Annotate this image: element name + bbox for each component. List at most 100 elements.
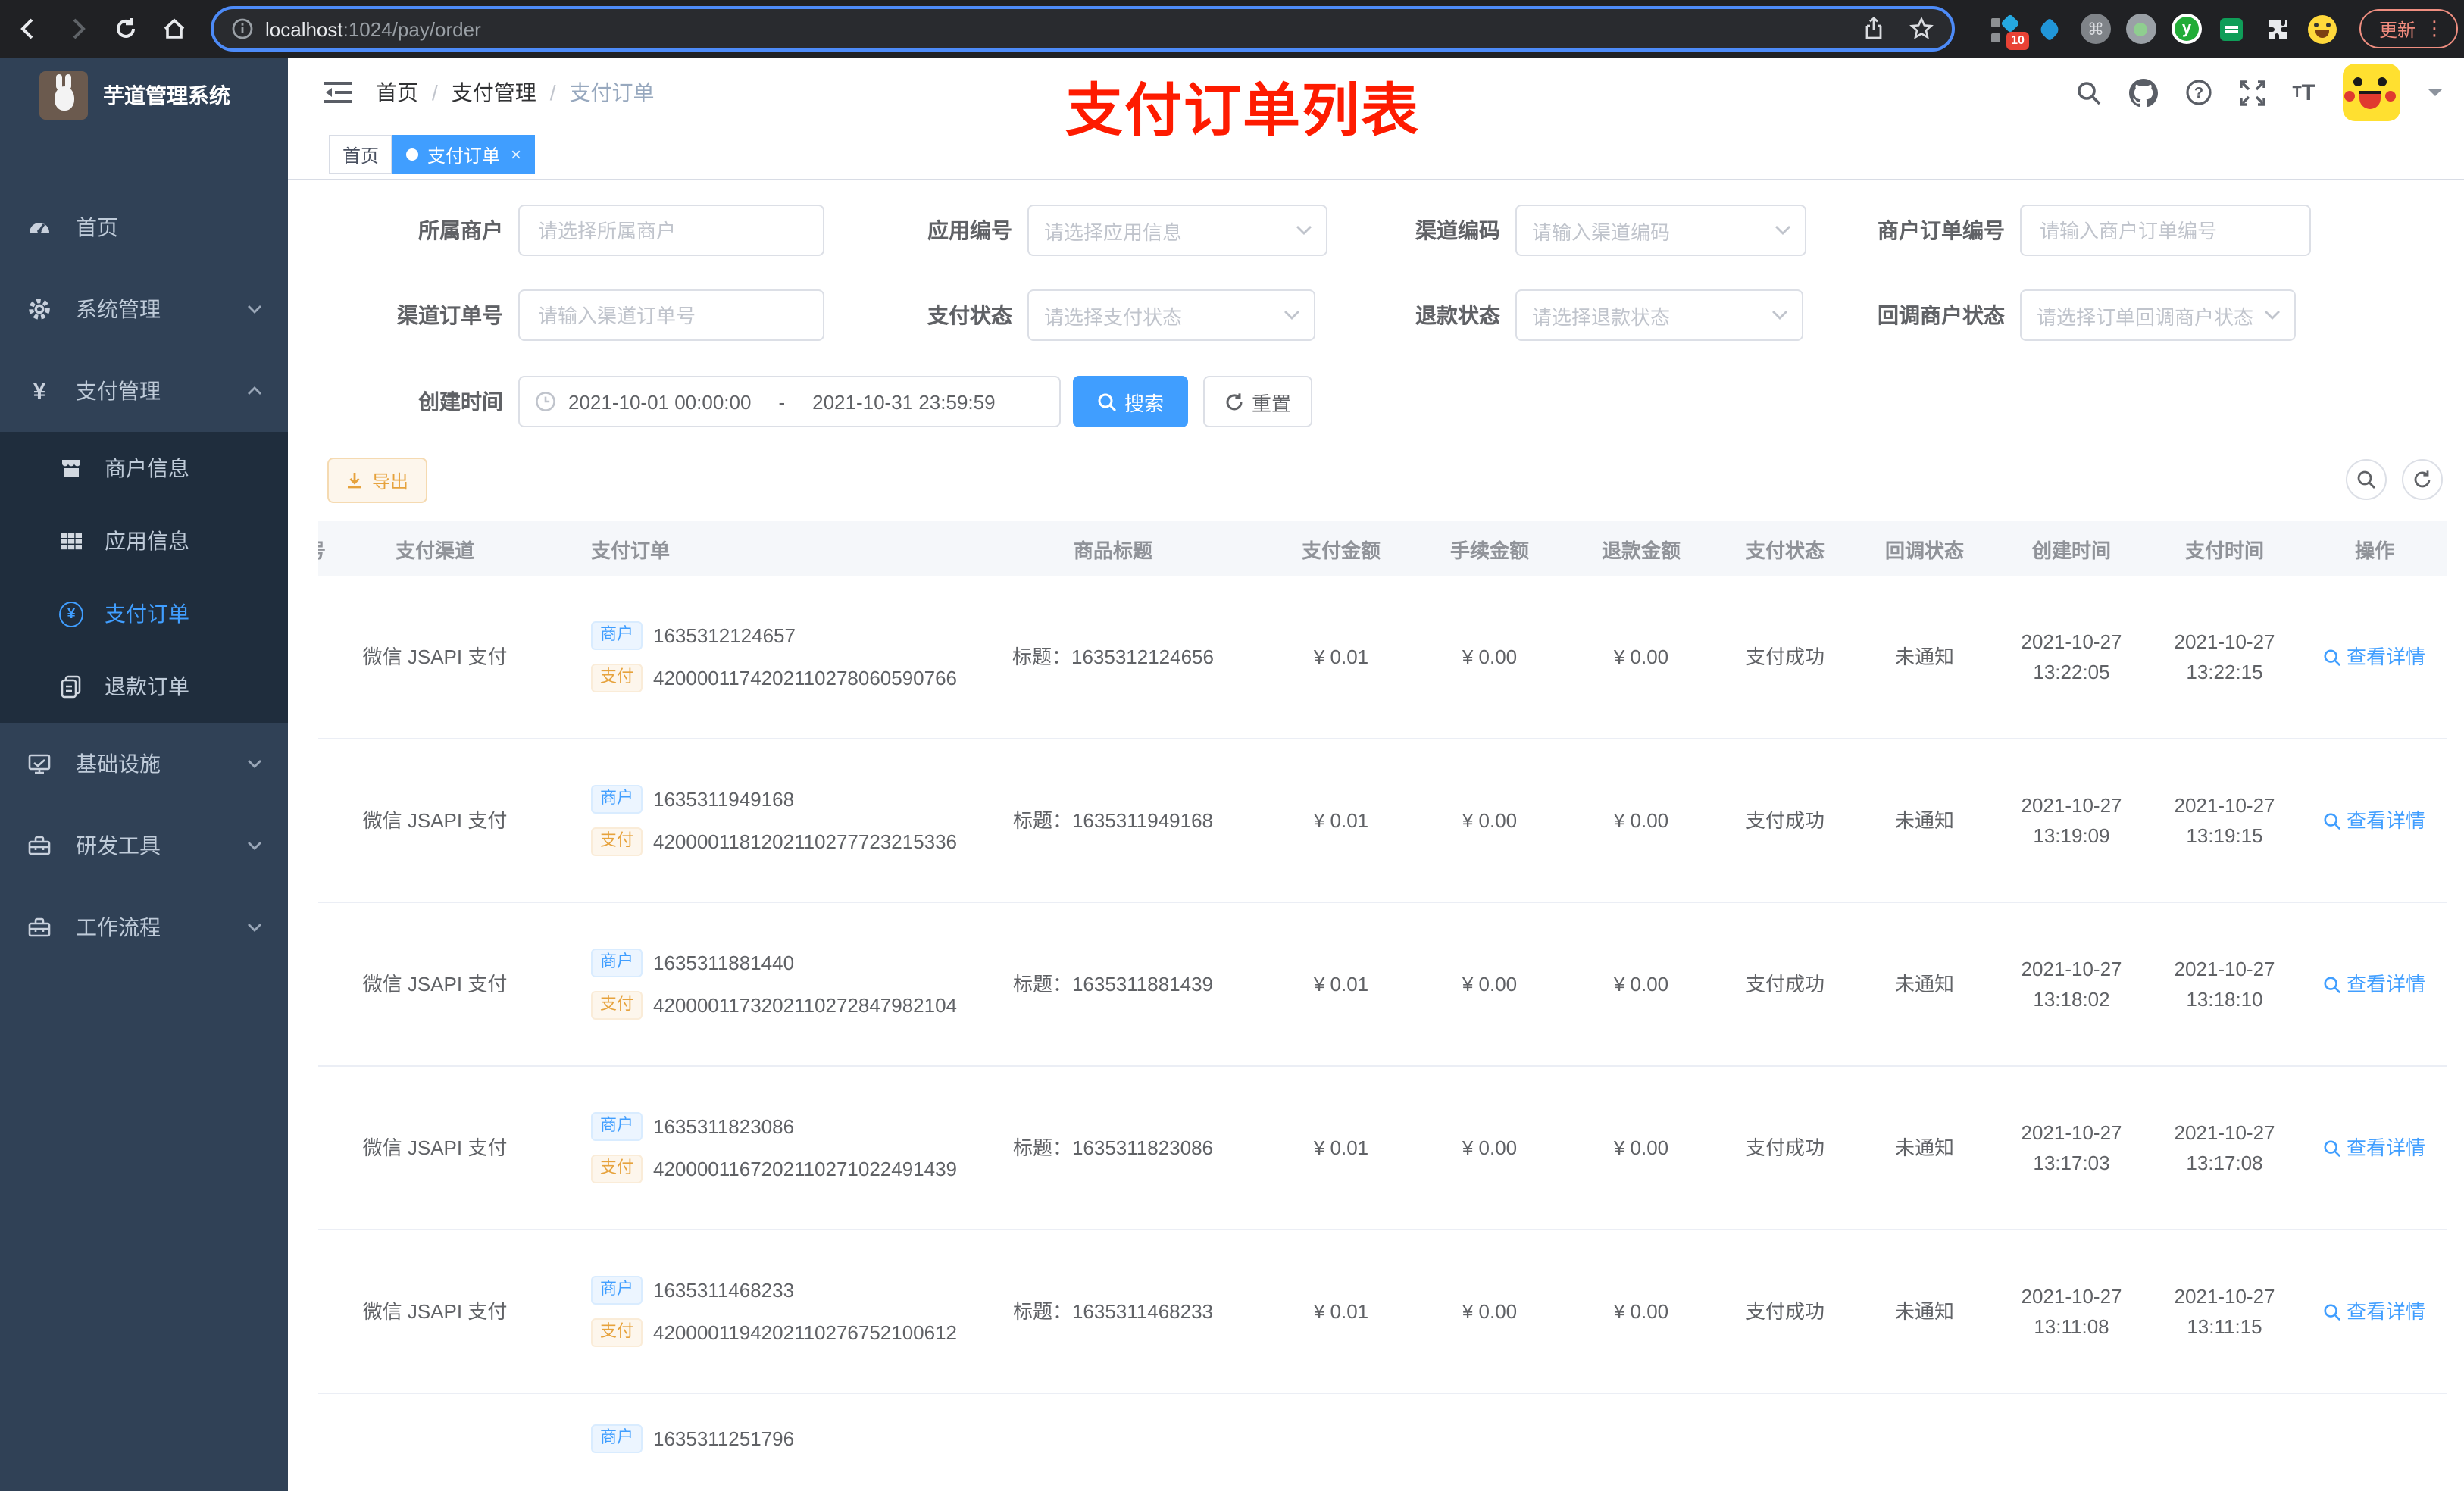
chevron-down-icon: [245, 300, 264, 318]
forward-icon[interactable]: [58, 9, 97, 48]
view-detail-link[interactable]: 查看详情: [2302, 1133, 2447, 1163]
cell-amount: ¥ 0.01: [1313, 808, 1369, 832]
cell-fee: ¥ 0.00: [1462, 808, 1518, 832]
sidebar-item-workflow[interactable]: 工作流程: [0, 886, 288, 968]
breadcrumb-current: 支付订单: [569, 80, 655, 105]
sidebar-item-refund-order[interactable]: 退款订单: [0, 650, 288, 723]
cell-title: 标题：1635311823086: [1012, 1136, 1214, 1159]
search-icon: [2357, 470, 2375, 489]
cell-channel: 微信 JSAPI 支付: [362, 645, 508, 668]
export-button[interactable]: 导出: [327, 458, 427, 503]
browser-update-button[interactable]: 更新 ⋮: [2359, 9, 2458, 48]
merchant-order-no-input[interactable]: [2020, 205, 2311, 256]
table-row: 20 微信 JSAPI 支付 商户1635311949168 支付4200001…: [318, 739, 2447, 903]
browser-menu-icon[interactable]: ⋮: [2425, 17, 2444, 41]
extension-command-icon[interactable]: ⌘: [2080, 14, 2111, 44]
view-detail-link[interactable]: 查看详情: [2302, 970, 2447, 999]
extension-kite-icon[interactable]: [2035, 14, 2065, 44]
view-detail-link[interactable]: 查看详情: [2302, 642, 2447, 672]
magnifier-icon: [2325, 976, 2342, 993]
grid-icon: [59, 529, 83, 553]
extension-grid-icon[interactable]: 10: [1990, 13, 2029, 50]
filter-label: 所属商户: [418, 218, 503, 242]
breadcrumb-home[interactable]: 首页: [376, 77, 418, 108]
extensions-puzzle-icon[interactable]: [2262, 14, 2293, 44]
sidebar-item-label: 研发工具: [76, 833, 161, 858]
merchant-input[interactable]: [518, 205, 824, 256]
help-icon[interactable]: ?: [2184, 79, 2212, 106]
view-detail-link[interactable]: 查看详情: [2302, 806, 2447, 836]
pay-status-select[interactable]: 请选择支付状态: [1027, 289, 1315, 341]
clock-icon: [536, 392, 555, 411]
create-time-range-picker[interactable]: 2021-10-01 00:00:00 - 2021-10-31 23:59:5…: [518, 376, 1061, 427]
sidebar-item-system[interactable]: 系统管理: [0, 268, 288, 350]
cell-channel: 微信 JSAPI 支付: [362, 808, 508, 832]
app-logo[interactable]: 芋道管理系统: [0, 58, 288, 133]
tab-home[interactable]: 首页: [329, 135, 393, 174]
search-button[interactable]: 搜索: [1073, 376, 1188, 427]
hamburger-icon[interactable]: [324, 80, 352, 105]
sidebar-item-pay-order[interactable]: ¥ 支付订单: [0, 577, 288, 650]
tab-pay-order[interactable]: 支付订单 ×: [392, 135, 536, 174]
orders-table: 编号 支付渠道 支付订单 商品标题 支付金额 手续金额 退款金额 支付状态 回调…: [318, 521, 2449, 1491]
col-id: 编号: [318, 534, 352, 563]
sidebar-item-label: 应用信息: [105, 529, 189, 553]
documents-icon: [59, 674, 83, 699]
font-size-icon[interactable]: TT: [2292, 80, 2315, 105]
extension-chat-icon[interactable]: [2217, 14, 2247, 44]
cell-order: 商户 1635311468233 支付 4200001194202110276752…: [518, 1275, 958, 1348]
fullscreen-icon[interactable]: [2239, 80, 2265, 105]
search-icon[interactable]: [2075, 80, 2101, 105]
app-select[interactable]: 请选择应用信息: [1027, 205, 1327, 256]
viewport: localhost:1024/pay/order 10 ⌘ y 更新 ⋮ 芋道…: [0, 0, 2464, 1491]
reload-icon[interactable]: [106, 9, 145, 48]
notify-status-select[interactable]: 请选择订单回调商户状态: [2020, 289, 2296, 341]
filter-label: 回调商户状态: [1878, 303, 2005, 327]
refresh-table-button[interactable]: [2402, 459, 2443, 500]
extension-y-icon[interactable]: y: [2171, 14, 2202, 44]
pay-tag: 支付: [591, 991, 643, 1021]
sidebar-item-label: 商户信息: [105, 456, 189, 480]
col-order: 支付订单: [591, 539, 671, 561]
url-path: :1024/pay/order: [342, 17, 481, 40]
refund-status-select[interactable]: 请选择退款状态: [1515, 289, 1803, 341]
download-icon: [348, 473, 362, 489]
sidebar-item-pay[interactable]: ¥ 支付管理: [0, 350, 288, 432]
view-detail-link[interactable]: 查看详情: [2302, 1297, 2447, 1327]
close-icon[interactable]: ×: [511, 144, 521, 165]
sidebar-item-merchant-info[interactable]: 商户信息: [0, 432, 288, 505]
github-icon[interactable]: [2128, 78, 2158, 107]
bookmark-star-icon[interactable]: [1909, 17, 1934, 41]
home-icon[interactable]: [155, 9, 194, 48]
cell-id: 17: [318, 1297, 352, 1327]
sidebar-item-label: 支付管理: [76, 379, 161, 403]
extension-dot-icon[interactable]: [2125, 14, 2156, 44]
sidebar-item-infra[interactable]: 基础设施: [0, 723, 288, 805]
back-icon[interactable]: [9, 9, 48, 48]
breadcrumb-pay[interactable]: 支付管理: [452, 77, 536, 108]
filter-merchant-order-no: 商户订单编号: [1812, 205, 2311, 256]
channel-order-no-input[interactable]: [518, 289, 824, 341]
svg-text:?: ?: [2194, 85, 2203, 102]
sidebar-item-devtools[interactable]: 研发工具: [0, 805, 288, 886]
cell-title: 标题：1635312124656: [1012, 645, 1214, 668]
monitor-icon: [27, 752, 52, 776]
sidebar-item-home[interactable]: 首页: [0, 186, 288, 268]
avatar[interactable]: [2343, 64, 2400, 121]
extension-emoji-icon[interactable]: [2308, 14, 2338, 44]
sidebar-item-app-info[interactable]: 应用信息: [0, 505, 288, 577]
cell-channel: 微信 JSAPI 支付: [362, 1136, 508, 1159]
header-actions: ? TT: [2075, 64, 2443, 121]
caret-down-icon[interactable]: [2428, 86, 2443, 98]
toggle-search-button[interactable]: [2346, 459, 2387, 500]
cell-amount: ¥ 0.01: [1313, 1136, 1369, 1159]
reset-button[interactable]: 重置: [1203, 376, 1312, 427]
cell-create-time: 2021-10-27 13:22:05: [2021, 630, 2122, 683]
filter-notify-status: 回调商户状态 请选择订单回调商户状态: [1812, 289, 2296, 341]
cell-refund: ¥ 0.00: [1613, 1136, 1669, 1159]
share-icon[interactable]: [1862, 17, 1885, 41]
cell-order: 商户 1635311823086 支付 4200001167202110271022…: [518, 1111, 958, 1184]
url-bar[interactable]: localhost:1024/pay/order: [211, 6, 1955, 52]
channel-code-select[interactable]: 请输入渠道编码: [1515, 205, 1806, 256]
filter-merchant: 所属商户: [364, 205, 824, 256]
